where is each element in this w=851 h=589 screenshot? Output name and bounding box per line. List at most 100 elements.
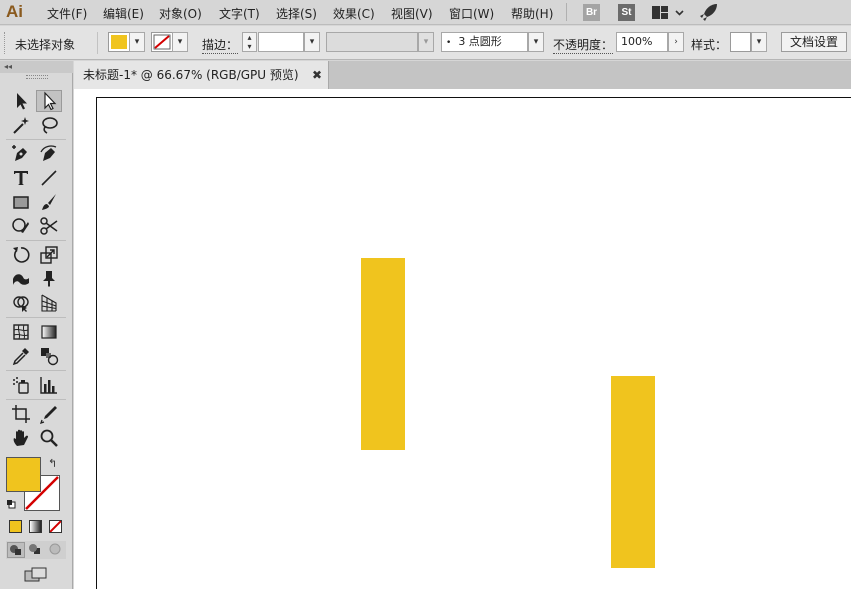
fill-swatch[interactable] xyxy=(108,32,130,52)
control-bar-grip[interactable] xyxy=(4,32,7,54)
menu-select[interactable]: 选择(S) xyxy=(276,5,317,22)
none-mode-button[interactable] xyxy=(49,520,62,533)
brush-definition-field[interactable]: • 3 点圆形 xyxy=(441,32,528,52)
stroke-label[interactable]: 描边： xyxy=(202,36,239,54)
fill-dropdown[interactable]: ▾ xyxy=(129,32,145,52)
paintbrush-tool-icon[interactable] xyxy=(36,191,62,213)
stroke-swatch[interactable] xyxy=(151,32,173,52)
tools-separator xyxy=(6,399,66,400)
free-transform-tool-icon[interactable] xyxy=(36,268,62,290)
document-tab[interactable]: 未标题-1* @ 66.67% (RGB/GPU 预览) ✖ xyxy=(74,61,329,89)
scale-tool-icon[interactable] xyxy=(36,244,62,266)
direct-selection-tool-icon[interactable] xyxy=(36,90,62,112)
tools-separator xyxy=(6,139,66,140)
magic-wand-tool-icon[interactable] xyxy=(8,114,34,136)
document-tab-title: 未标题-1* @ 66.67% (RGB/GPU 预览) xyxy=(83,68,299,82)
workspace-grid-icon xyxy=(652,6,684,19)
selection-status: 未选择对象 xyxy=(15,38,76,52)
brush-dot-icon: • xyxy=(446,38,452,48)
stroke-weight-dropdown[interactable]: ▾ xyxy=(304,32,320,52)
menu-object[interactable]: 对象(O) xyxy=(159,5,202,22)
no-stroke-icon xyxy=(153,34,171,50)
tools-separator xyxy=(6,240,66,241)
draw-modes xyxy=(6,541,66,559)
graphic-style-swatch[interactable] xyxy=(730,32,751,52)
draw-behind-icon[interactable] xyxy=(27,542,45,558)
column-graph-tool-icon[interactable] xyxy=(36,374,62,396)
swap-fill-stroke-icon[interactable]: ↰ xyxy=(48,457,57,470)
brush-definition-dropdown[interactable]: ▾ xyxy=(528,32,544,52)
menu-window[interactable]: 窗口(W) xyxy=(449,5,494,22)
fill-color-chip xyxy=(111,35,127,49)
stroke-dropdown[interactable]: ▾ xyxy=(172,32,188,52)
curvature-tool-icon[interactable] xyxy=(36,143,62,165)
menu-bar: Ai 文件(F) 编辑(E) 对象(O) 文字(T) 选择(S) 效果(C) 视… xyxy=(0,0,851,25)
rectangle-tool-icon[interactable] xyxy=(8,191,34,213)
width-tool-icon[interactable] xyxy=(8,268,34,290)
menu-file[interactable]: 文件(F) xyxy=(47,5,87,22)
tools-separator xyxy=(6,370,66,371)
workspace-switcher[interactable] xyxy=(651,4,685,21)
control-bar: 未选择对象 ▾ ▾ 描边： ▴ ▾ ▾ ▾ • 3 点圆形 ▾ 不透明度： 100… xyxy=(0,26,851,60)
rocket-icon[interactable] xyxy=(699,3,719,22)
opacity-dropdown[interactable]: › xyxy=(668,32,684,52)
eyedropper-tool-icon[interactable] xyxy=(8,345,34,367)
lasso-tool-icon[interactable] xyxy=(36,114,62,136)
close-tab-icon[interactable]: ✖ xyxy=(312,61,322,89)
control-separator xyxy=(97,32,98,54)
type-tool-icon[interactable] xyxy=(8,167,34,189)
tools-separator xyxy=(6,317,66,318)
artboard[interactable] xyxy=(96,97,851,589)
draw-inside-icon xyxy=(47,542,65,558)
tools-panel-grip[interactable] xyxy=(26,75,48,79)
scissors-tool-icon[interactable] xyxy=(36,215,62,237)
color-mode-button[interactable] xyxy=(9,520,22,533)
menu-effect[interactable]: 效果(C) xyxy=(333,5,375,22)
app-logo: Ai xyxy=(6,2,23,21)
menu-view[interactable]: 视图(V) xyxy=(391,5,433,22)
artboard-tool-icon[interactable] xyxy=(8,403,34,425)
collapse-panel-icon[interactable]: ◂◂ xyxy=(0,61,73,73)
menu-help[interactable]: 帮助(H) xyxy=(511,5,553,22)
hand-tool-icon[interactable] xyxy=(8,427,34,449)
style-label: 样式： xyxy=(691,38,728,52)
variable-width-profile xyxy=(326,32,418,52)
opacity-label[interactable]: 不透明度： xyxy=(553,36,614,54)
gradient-tool-icon[interactable] xyxy=(36,321,62,343)
yellow-rectangle-1[interactable] xyxy=(361,258,405,450)
default-colors-icon[interactable] xyxy=(6,498,16,509)
stroke-weight-stepper[interactable]: ▴ ▾ xyxy=(242,32,257,52)
opacity-input[interactable]: 100% xyxy=(616,32,668,52)
fill-indicator[interactable] xyxy=(6,457,41,492)
gradient-mode-button[interactable] xyxy=(29,520,42,533)
tools-panel: ◂◂ ↰ xyxy=(0,61,73,589)
variable-width-dropdown: ▾ xyxy=(418,32,434,52)
stock-icon[interactable]: St xyxy=(618,4,635,21)
shape-builder-tool-icon[interactable] xyxy=(8,292,34,314)
canvas-area[interactable] xyxy=(74,89,851,589)
stroke-weight-input[interactable] xyxy=(258,32,304,52)
line-segment-tool-icon[interactable] xyxy=(36,167,62,189)
perspective-grid-tool-icon[interactable] xyxy=(36,292,62,314)
mesh-tool-icon[interactable] xyxy=(8,321,34,343)
selection-tool-icon[interactable] xyxy=(8,90,34,112)
draw-normal-icon[interactable] xyxy=(7,542,25,558)
menu-edit[interactable]: 编辑(E) xyxy=(103,5,144,22)
screen-mode-icon[interactable] xyxy=(24,567,48,583)
symbol-sprayer-tool-icon[interactable] xyxy=(8,374,34,396)
pen-tool-icon[interactable] xyxy=(8,143,34,165)
zoom-tool-icon[interactable] xyxy=(36,427,62,449)
menu-separator xyxy=(566,3,567,21)
rotate-tool-icon[interactable] xyxy=(8,244,34,266)
brush-definition-value: 3 点圆形 xyxy=(458,35,502,48)
bridge-icon[interactable]: Br xyxy=(583,4,600,21)
menu-type[interactable]: 文字(T) xyxy=(219,5,260,22)
graphic-style-dropdown[interactable]: ▾ xyxy=(751,32,767,52)
document-tab-strip: 未标题-1* @ 66.67% (RGB/GPU 预览) ✖ xyxy=(74,61,851,89)
shaper-tool-icon[interactable] xyxy=(8,215,34,237)
slice-tool-icon[interactable] xyxy=(36,403,62,425)
blend-tool-icon[interactable] xyxy=(36,345,62,367)
yellow-rectangle-2[interactable] xyxy=(611,376,655,568)
document-setup-button[interactable]: 文档设置 xyxy=(781,32,847,52)
no-color-icon xyxy=(49,520,62,533)
